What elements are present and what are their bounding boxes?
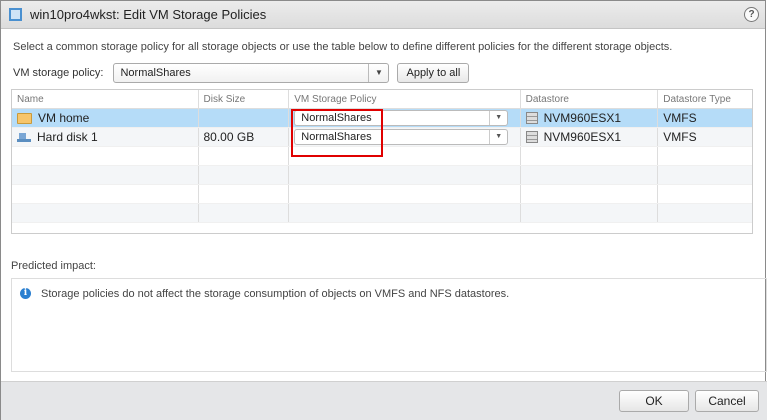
info-icon: i <box>20 288 31 299</box>
vm-icon <box>9 8 22 21</box>
table-header: Name Disk Size VM Storage Policy Datasto… <box>12 90 752 109</box>
row-datastore: NVM960ESX1 <box>543 130 621 144</box>
intro-text: Select a common storage policy for all s… <box>13 41 673 53</box>
apply-to-all-button[interactable]: Apply to all <box>397 63 470 83</box>
column-header-datastore-type[interactable]: Datastore Type <box>658 90 752 108</box>
predicted-impact-label: Predicted impact: <box>11 260 96 272</box>
empty-row <box>12 204 752 223</box>
row-name: Hard disk 1 <box>37 130 98 144</box>
row-disk-size: 80.00 GB <box>203 130 255 144</box>
empty-row <box>12 185 752 204</box>
dialog-footer: OK Cancel <box>1 381 767 420</box>
hard-disk-icon <box>17 132 31 142</box>
empty-row <box>12 166 752 185</box>
vm-storage-policy-select[interactable]: NormalShares ▼ <box>113 63 390 83</box>
vm-storage-policy-label: VM storage policy: <box>13 67 104 79</box>
impact-message: Storage policies do not affect the stora… <box>41 288 510 300</box>
help-icon[interactable]: ? <box>744 7 759 22</box>
row-datastore: NVM960ESX1 <box>543 111 621 125</box>
chevron-down-icon[interactable]: ▼ <box>368 64 388 82</box>
row-datastore-type: VMFS <box>663 111 697 125</box>
chevron-down-icon[interactable]: ▼ <box>489 111 507 125</box>
column-header-policy[interactable]: VM Storage Policy <box>289 90 521 108</box>
column-header-datastore[interactable]: Datastore <box>521 90 659 108</box>
row-datastore-type: VMFS <box>663 130 697 144</box>
datastore-icon <box>525 131 538 143</box>
edit-storage-policies-dialog: win10pro4wkst: Edit VM Storage Policies … <box>0 0 767 420</box>
selected-policy: NormalShares <box>120 67 191 79</box>
predicted-impact-panel: i Storage policies do not affect the sto… <box>11 278 767 372</box>
column-header-disk-size[interactable]: Disk Size <box>199 90 290 108</box>
title-bar: win10pro4wkst: Edit VM Storage Policies … <box>1 1 765 29</box>
highlight-box <box>291 109 383 157</box>
datastore-icon <box>525 112 538 124</box>
dialog-title: win10pro4wkst: Edit VM Storage Policies <box>30 7 267 22</box>
column-header-name[interactable]: Name <box>12 90 199 108</box>
ok-button[interactable]: OK <box>619 390 689 412</box>
row-name: VM home <box>38 111 90 125</box>
cancel-button[interactable]: Cancel <box>695 390 759 412</box>
folder-icon <box>17 112 32 124</box>
chevron-down-icon[interactable]: ▼ <box>489 130 507 144</box>
